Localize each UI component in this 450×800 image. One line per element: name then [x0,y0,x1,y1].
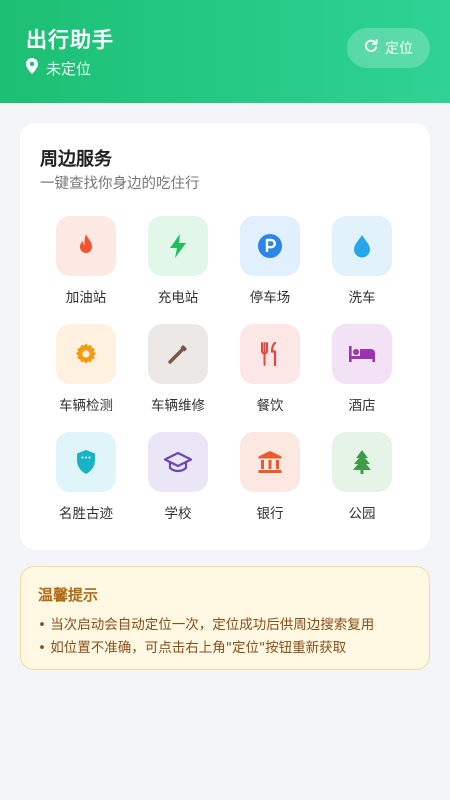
service-label: 洗车 [348,290,376,306]
fork-knife-icon [261,341,277,367]
service-label: 公园 [348,506,376,522]
graduation-cap-icon [164,451,192,473]
service-label: 餐饮 [256,398,284,414]
service-park[interactable]: 公园 [316,432,408,532]
shield-icon [77,450,95,474]
app-title: 出行助手 [26,28,114,52]
locate-button[interactable]: 定位 [347,28,430,68]
location-status: 未定位 [26,58,91,78]
service-car-wash[interactable]: 洗车 [316,216,408,316]
gear-icon [75,343,97,364]
service-label: 酒店 [348,398,376,414]
services-subtitle: 一键查找你身边的吃住行 [40,176,200,192]
service-gas-station[interactable]: 加油站 [40,216,132,316]
service-label: 车辆检测 [59,398,113,414]
service-label: 加油站 [65,290,107,306]
service-vehicle-repair[interactable]: 车辆维修 [132,324,224,424]
service-vehicle-inspection[interactable]: 车辆检测 [40,324,132,424]
refresh-icon [364,39,385,57]
bed-icon [349,346,375,362]
fire-icon [80,234,92,253]
tips-box: 温馨提示 • 当次启动会自动定位一次，定位成功后供周边搜索复用 • 如位置不准确… [20,566,430,670]
services-title: 周边服务 [40,149,112,170]
service-school[interactable]: 学校 [132,432,224,532]
tree-icon [353,450,371,474]
service-label: 停车场 [249,290,291,306]
tip-line: • 当次启动会自动定位一次，定位成功后供周边搜索复用 [38,617,375,633]
service-label: 学校 [164,506,192,522]
nearby-services-card: 周边服务 一键查找你身边的吃住行 加油站 充电站 停车场 洗车 车辆检测 车辆维… [20,123,430,550]
parking-icon [258,234,282,258]
service-parking[interactable]: 停车场 [224,216,316,316]
service-scenic-spot[interactable]: 名胜古迹 [40,432,132,532]
locate-button-label: 定位 [385,41,413,57]
service-label: 车辆维修 [151,398,205,414]
service-label: 银行 [256,506,284,522]
bank-icon [258,451,282,473]
service-dining[interactable]: 餐饮 [224,324,316,424]
tip-line: • 如位置不准确，可点击右上角"定位"按钮重新获取 [38,640,347,656]
service-bank[interactable]: 银行 [224,432,316,532]
service-hotel[interactable]: 酒店 [316,324,408,424]
service-label: 名胜古迹 [59,506,113,522]
service-charging-station[interactable]: 充电站 [132,216,224,316]
lightning-icon [170,234,186,258]
service-label: 充电站 [157,290,199,306]
tile [56,216,116,276]
location-pin-icon [26,58,46,78]
wrench-icon [168,345,187,364]
tips-title: 温馨提示 [38,586,99,604]
app-header: 出行助手 未定位 定位 [0,0,450,103]
location-text: 未定位 [46,59,92,78]
water-drop-icon [354,235,370,258]
